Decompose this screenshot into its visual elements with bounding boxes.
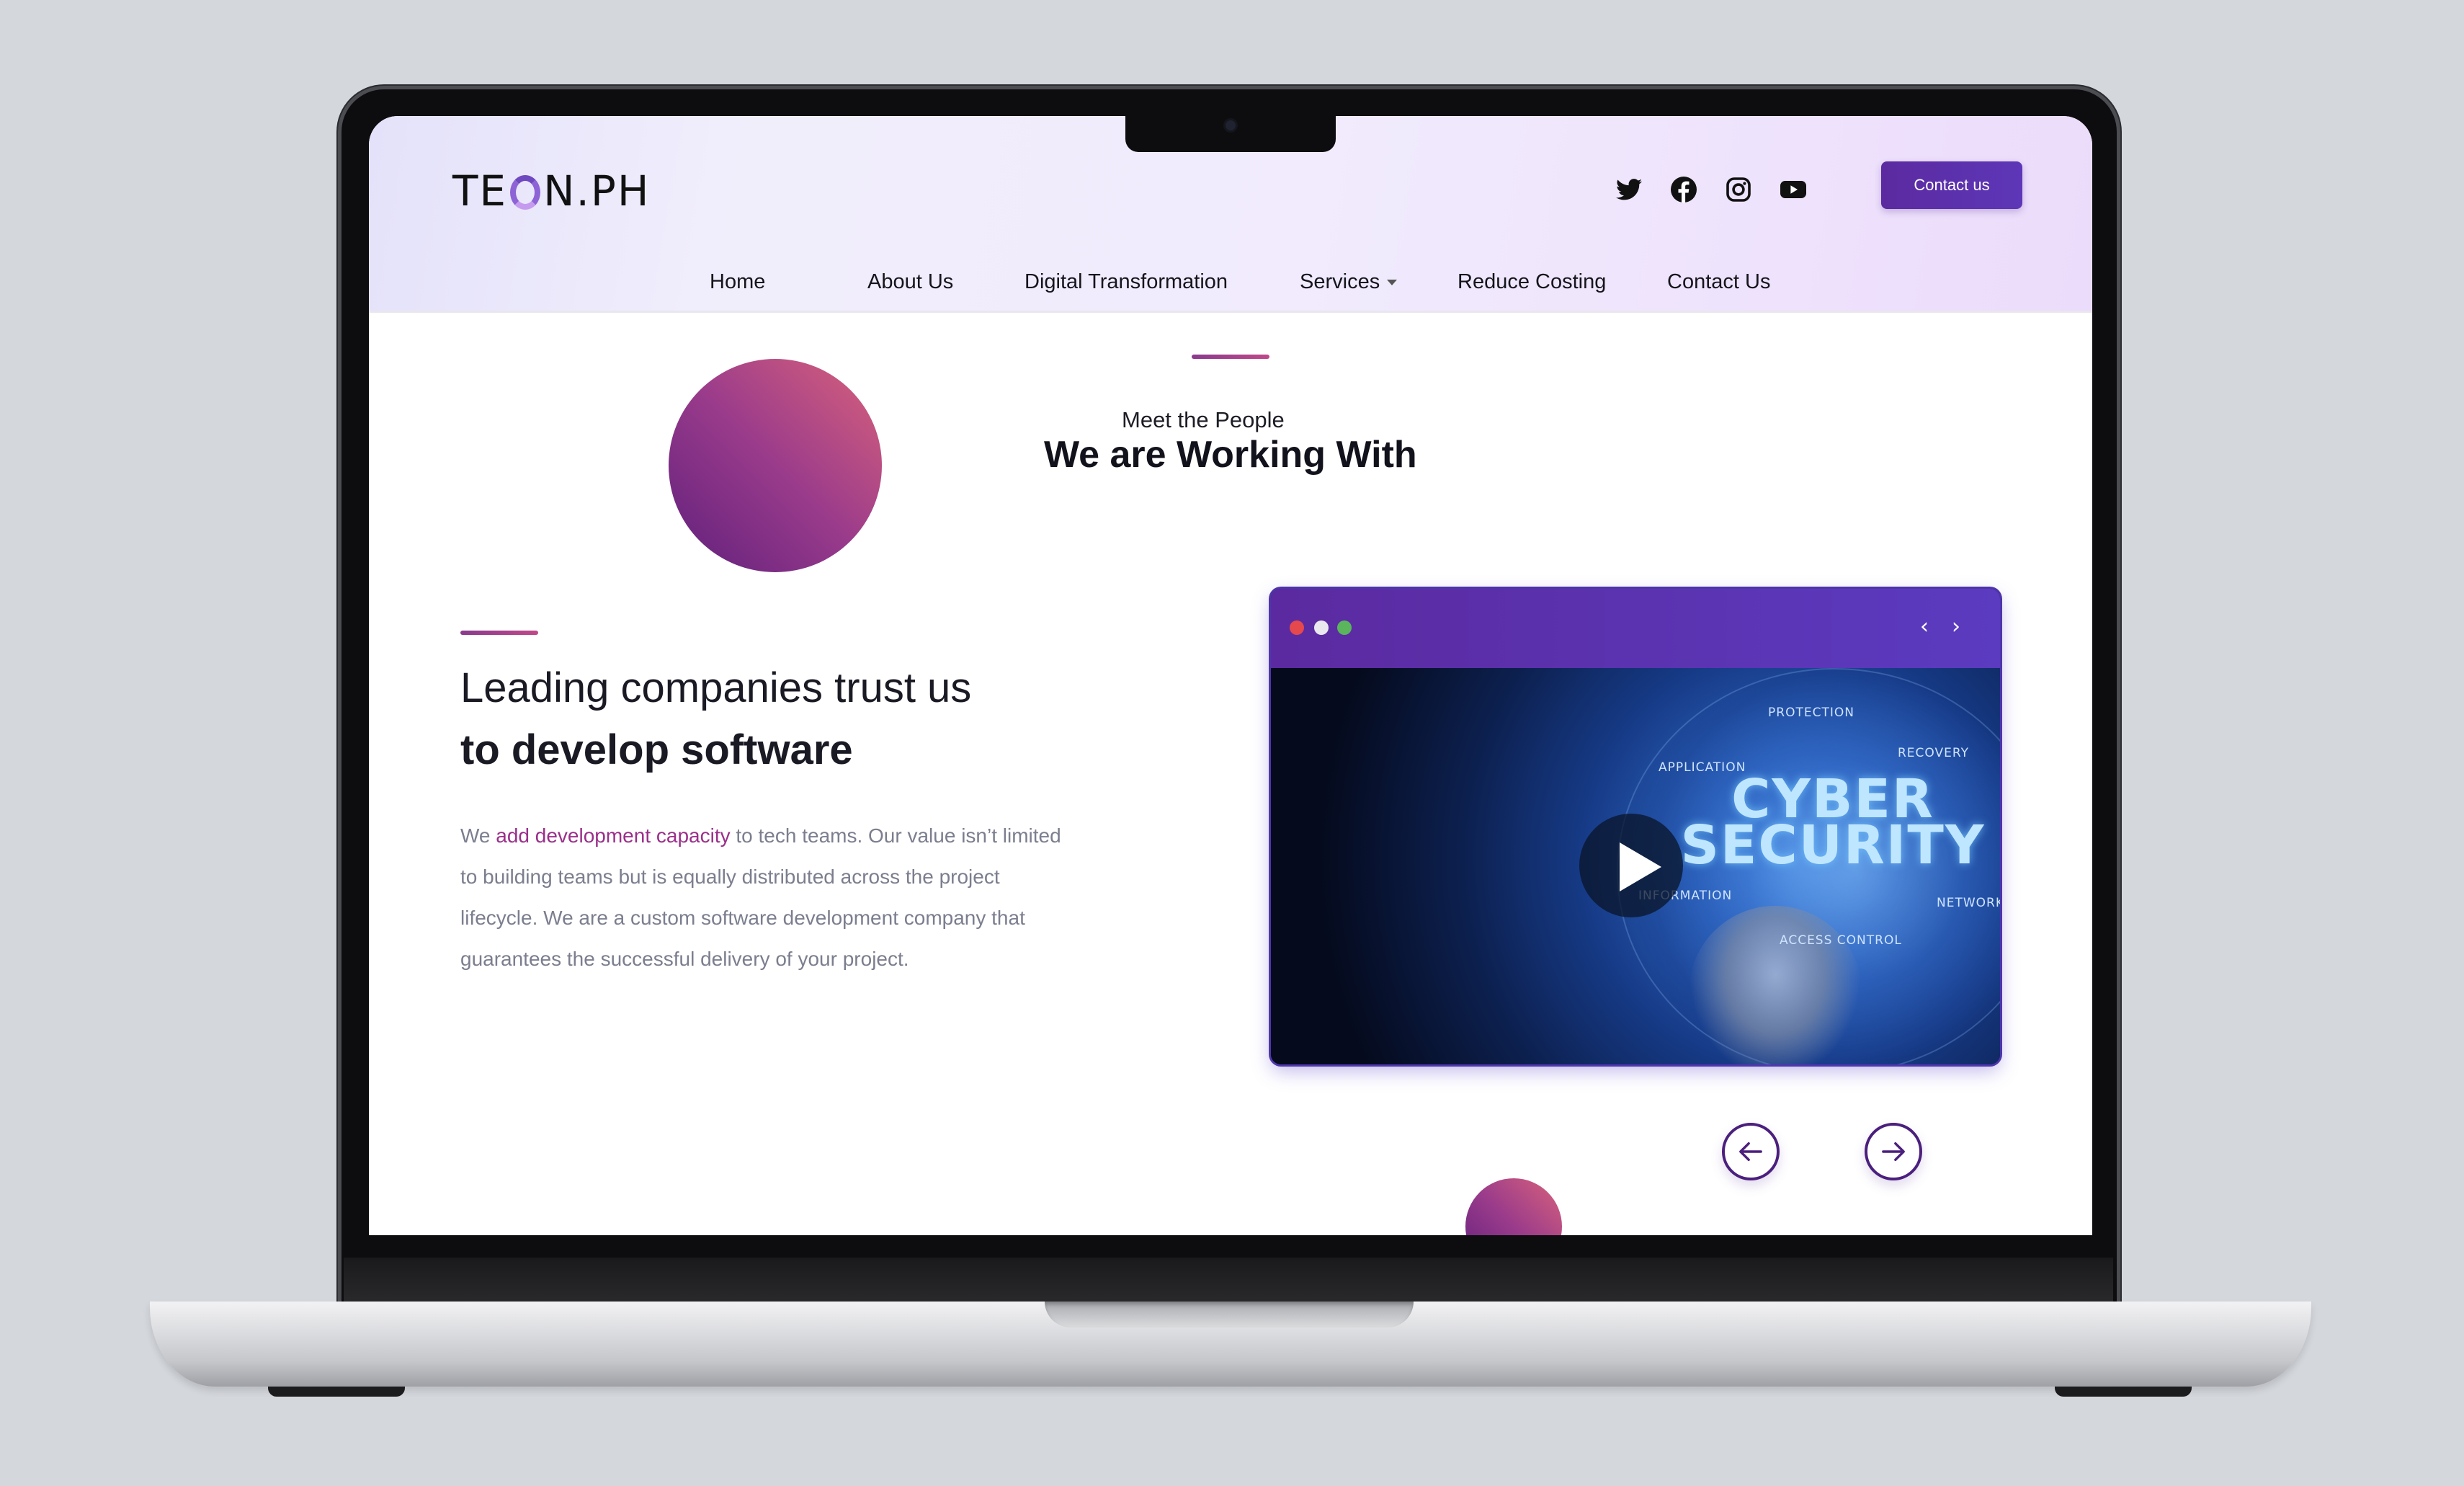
- camera-icon: [1226, 120, 1236, 130]
- video-card: ‹ › PROTECTION RECOVERY APPLICATION INFO…: [1271, 589, 2000, 1064]
- window-maximize-dot[interactable]: [1337, 620, 1352, 635]
- trust-paragraph: We add development capacity to tech team…: [460, 815, 1080, 979]
- logo-text-suffix: N.PH: [543, 166, 651, 215]
- tag-access-control: ACCESS CONTROL: [1780, 933, 1902, 948]
- twitter-icon[interactable]: [1616, 177, 1642, 203]
- camera-notch: [1125, 116, 1336, 152]
- para-highlight-link[interactable]: add development capacity: [496, 824, 730, 847]
- section-title: We are Working With: [1044, 434, 1417, 476]
- tag-protection: PROTECTION: [1768, 706, 1854, 720]
- trust-heading-line2: to develop software: [460, 726, 853, 773]
- section-kicker: Meet the People: [1122, 407, 1285, 432]
- tag-recovery: RECOVERY: [1898, 746, 1969, 760]
- para-text-start: We: [460, 824, 496, 847]
- decorative-circle-small: [1465, 1178, 1562, 1235]
- instagram-icon[interactable]: [1726, 177, 1751, 203]
- facebook-icon[interactable]: [1671, 177, 1697, 203]
- play-icon[interactable]: [1579, 814, 1683, 917]
- laptop-foot-left: [268, 1387, 405, 1397]
- window-close-dot[interactable]: [1290, 620, 1304, 635]
- laptop-foot-right: [2055, 1387, 2192, 1397]
- tag-network: NETWORK: [1937, 896, 2000, 910]
- site-logo[interactable]: TE N.PH: [452, 162, 651, 220]
- arrow-right-icon: [1882, 1142, 1905, 1162]
- thumbnail-title-line2: SECURITY: [1680, 814, 1986, 876]
- carousel-prev-button[interactable]: [1722, 1123, 1780, 1180]
- laptop-screen: TE N.PH Contact us Home About Us Digital …: [369, 116, 2092, 1235]
- trust-accent-line: [460, 631, 538, 635]
- laptop-opening-notch: [1045, 1302, 1414, 1327]
- chevron-left-icon[interactable]: ‹: [1912, 615, 1937, 639]
- decorative-circle: [669, 359, 882, 572]
- youtube-icon[interactable]: [1780, 177, 1806, 203]
- window-minimize-dot[interactable]: [1314, 620, 1329, 635]
- logo-text-prefix: TE: [452, 166, 508, 215]
- thumbnail-title: CYBER SECURITY: [1674, 773, 1991, 876]
- video-thumbnail[interactable]: PROTECTION RECOVERY APPLICATION INFORMAT…: [1271, 668, 2000, 1064]
- contact-us-button[interactable]: Contact us: [1881, 161, 2022, 209]
- section-accent-line: [1192, 355, 1269, 359]
- social-links: [1616, 168, 1806, 211]
- laptop-hinge: [344, 1258, 2113, 1305]
- carousel-next-button[interactable]: [1865, 1123, 1922, 1180]
- chevron-right-icon[interactable]: ›: [1944, 615, 1968, 639]
- video-card-titlebar: ‹ ›: [1271, 589, 2000, 668]
- trust-heading-line1: Leading companies trust us: [460, 664, 972, 711]
- nav-active-indicator: [369, 260, 2092, 311]
- arrow-left-icon: [1739, 1142, 1762, 1162]
- logo-ring-icon: [510, 175, 541, 210]
